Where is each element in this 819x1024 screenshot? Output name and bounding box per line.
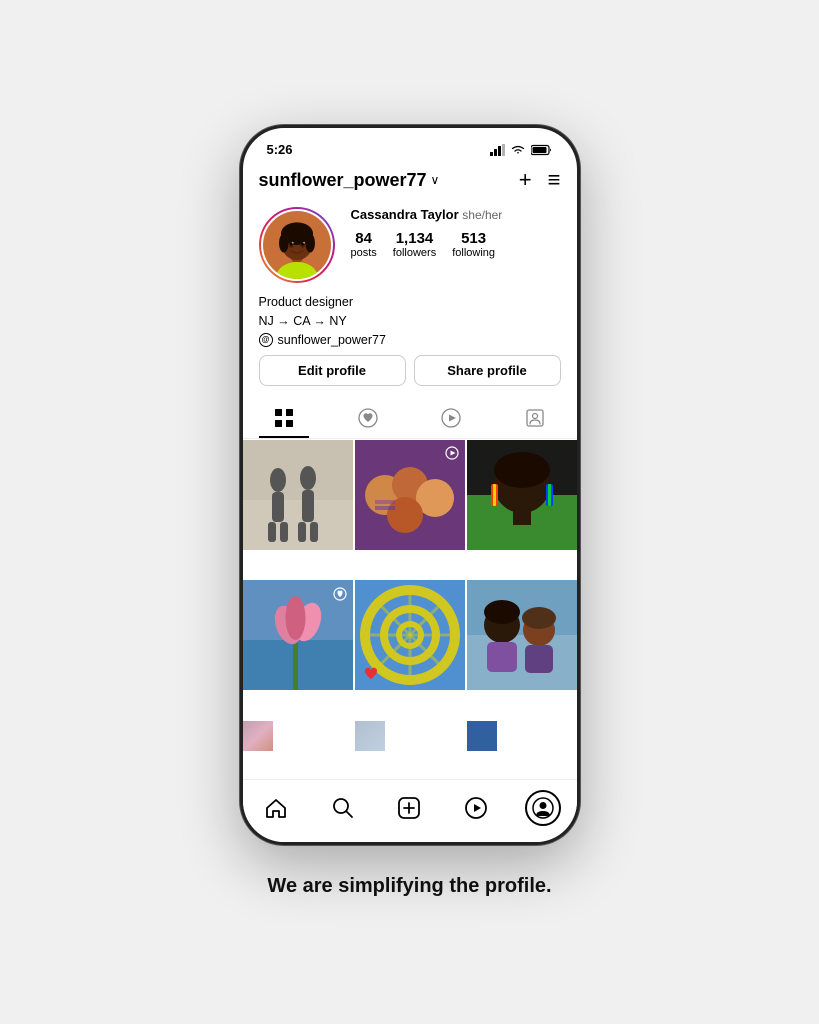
person-tag-icon: [525, 408, 545, 428]
tab-likes[interactable]: [326, 398, 410, 438]
grid-photo-6[interactable]: [467, 580, 577, 690]
status-icons: [490, 144, 553, 156]
chevron-down-icon[interactable]: ∨: [431, 173, 440, 187]
page-wrapper: 5:26: [240, 125, 580, 899]
signal-icon: [490, 144, 505, 156]
avatar: [261, 209, 333, 281]
photo-3-image: [467, 440, 577, 550]
username-text: sunflower_power77: [259, 170, 427, 191]
nav-reels-button[interactable]: [458, 790, 494, 826]
edit-profile-button[interactable]: Edit profile: [259, 355, 406, 386]
followers-stat[interactable]: 1,134 followers: [393, 230, 436, 259]
grid-photo-5[interactable]: [355, 580, 465, 690]
posts-count: 84: [355, 230, 372, 247]
bottom-nav: [243, 779, 577, 842]
battery-icon: [531, 144, 553, 156]
wifi-icon: [510, 144, 526, 156]
phone-content: sunflower_power77 ∨ + ≡: [243, 163, 577, 842]
profile-info-row: Cassandra Taylor she/her 84 posts 1,134 …: [259, 207, 561, 283]
display-name: Cassandra Taylor: [351, 207, 463, 222]
photo-4-overlay: [333, 586, 347, 601]
nav-search-button[interactable]: [325, 790, 361, 826]
grid-photo-7[interactable]: [243, 721, 273, 751]
share-profile-button[interactable]: Share profile: [414, 355, 561, 386]
grid-photo-8[interactable]: [355, 721, 385, 751]
play-circle-icon: [441, 408, 461, 428]
profile-tabs: [243, 398, 577, 439]
header-icons: + ≡: [519, 167, 561, 193]
photo-2-overlay: [445, 446, 459, 461]
followers-label: followers: [393, 247, 436, 259]
photo-1-image: [243, 440, 353, 550]
photo-grid: [243, 440, 577, 780]
status-bar: 5:26: [243, 128, 577, 163]
bio-section: Product designer NJ → CA → NY @ sunflowe…: [259, 293, 561, 347]
avatar-wrapper: [259, 207, 335, 283]
followers-count: 1,134: [396, 230, 434, 247]
grid-photo-2[interactable]: [355, 440, 465, 550]
profile-header: sunflower_power77 ∨ + ≡: [243, 163, 577, 398]
bio-line-1: Product designer: [259, 293, 561, 312]
grid-photo-3[interactable]: [467, 440, 577, 550]
threads-icon: @: [259, 333, 273, 347]
avatar-image: [263, 209, 331, 281]
grid-photo-9[interactable]: [467, 721, 497, 751]
heart-circle-icon: [358, 408, 378, 428]
status-time: 5:26: [267, 142, 293, 157]
tab-grid[interactable]: [243, 398, 327, 438]
photo-5-heart: [363, 665, 379, 682]
username-left: sunflower_power77 ∨: [259, 170, 440, 191]
phone-shell: 5:26: [240, 125, 580, 845]
bio-link-row[interactable]: @ sunflower_power77: [259, 333, 561, 347]
menu-button[interactable]: ≡: [548, 167, 561, 193]
threads-link-text: sunflower_power77: [278, 333, 386, 347]
posts-label: posts: [351, 247, 377, 259]
pronouns: she/her: [462, 208, 502, 222]
nav-add-button[interactable]: [391, 790, 427, 826]
nav-home-button[interactable]: [258, 790, 294, 826]
following-label: following: [452, 247, 495, 259]
posts-stat[interactable]: 84 posts: [351, 230, 377, 259]
grid-photo-4[interactable]: [243, 580, 353, 690]
grid-icon: [274, 408, 294, 428]
action-buttons: Edit profile Share profile: [259, 355, 561, 386]
username-row: sunflower_power77 ∨ + ≡: [259, 167, 561, 193]
add-post-button[interactable]: +: [519, 167, 532, 193]
tab-reels[interactable]: [410, 398, 494, 438]
stats-row: 84 posts 1,134 followers 513 following: [351, 230, 561, 259]
display-name-row: Cassandra Taylor she/her: [351, 207, 561, 222]
following-stat[interactable]: 513 following: [452, 230, 495, 259]
stats-area: Cassandra Taylor she/her 84 posts 1,134 …: [351, 207, 561, 259]
photo-6-image: [467, 580, 577, 690]
nav-profile-button[interactable]: [525, 790, 561, 826]
page-caption: We are simplifying the profile.: [267, 873, 551, 899]
following-count: 513: [461, 230, 486, 247]
grid-photo-1[interactable]: [243, 440, 353, 550]
tab-tagged[interactable]: [493, 398, 577, 438]
bio-line-2: NJ → CA → NY: [259, 312, 561, 331]
